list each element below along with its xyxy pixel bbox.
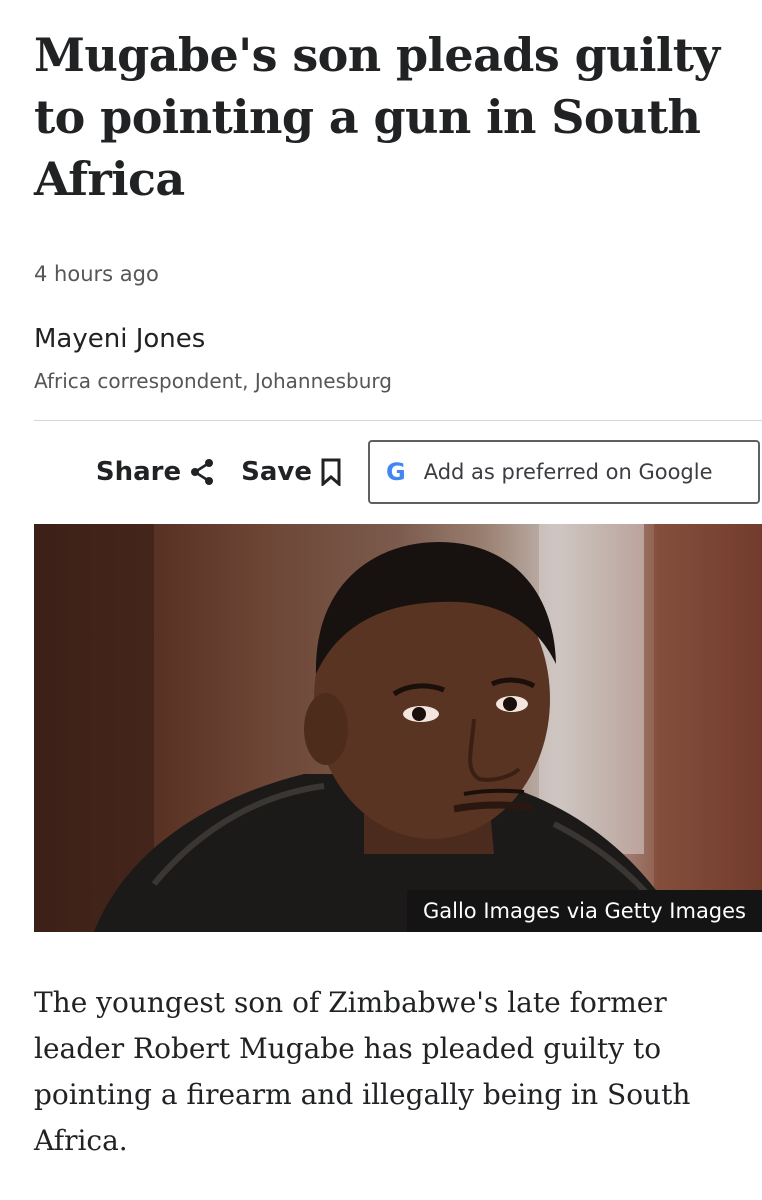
article-actions: Share Save G Add as preferred on Google (34, 440, 760, 504)
share-button[interactable]: Share (96, 457, 215, 487)
article-headline: Mugabe's son pleads guilty to pointing a… (34, 28, 720, 206)
byline-divider (34, 420, 762, 421)
article-page: Mugabe's son pleads guilty to pointing a… (0, 0, 762, 1200)
save-button[interactable]: Save (241, 457, 342, 487)
photo-illustration (34, 524, 762, 932)
google-button-label: Add as preferred on Google (423, 460, 713, 484)
share-label: Share (95, 457, 182, 487)
lead-paragraph: The youngest son of Zimbabwe's late form… (34, 986, 691, 1157)
bookmark-icon (320, 458, 342, 486)
author-name[interactable]: Mayeni Jones (34, 322, 728, 356)
article-photo: Gallo Images via Getty Images (34, 524, 762, 932)
author-role: Africa correspondent, Johannesburg (34, 369, 392, 393)
share-icon (189, 458, 215, 486)
photo-caption: Gallo Images via Getty Images (407, 890, 762, 932)
add-preferred-google-button[interactable]: G Add as preferred on Google (368, 440, 760, 504)
google-logo-icon: G (386, 458, 406, 486)
save-label: Save (241, 457, 312, 487)
article-timestamp: 4 hours ago (34, 262, 159, 286)
